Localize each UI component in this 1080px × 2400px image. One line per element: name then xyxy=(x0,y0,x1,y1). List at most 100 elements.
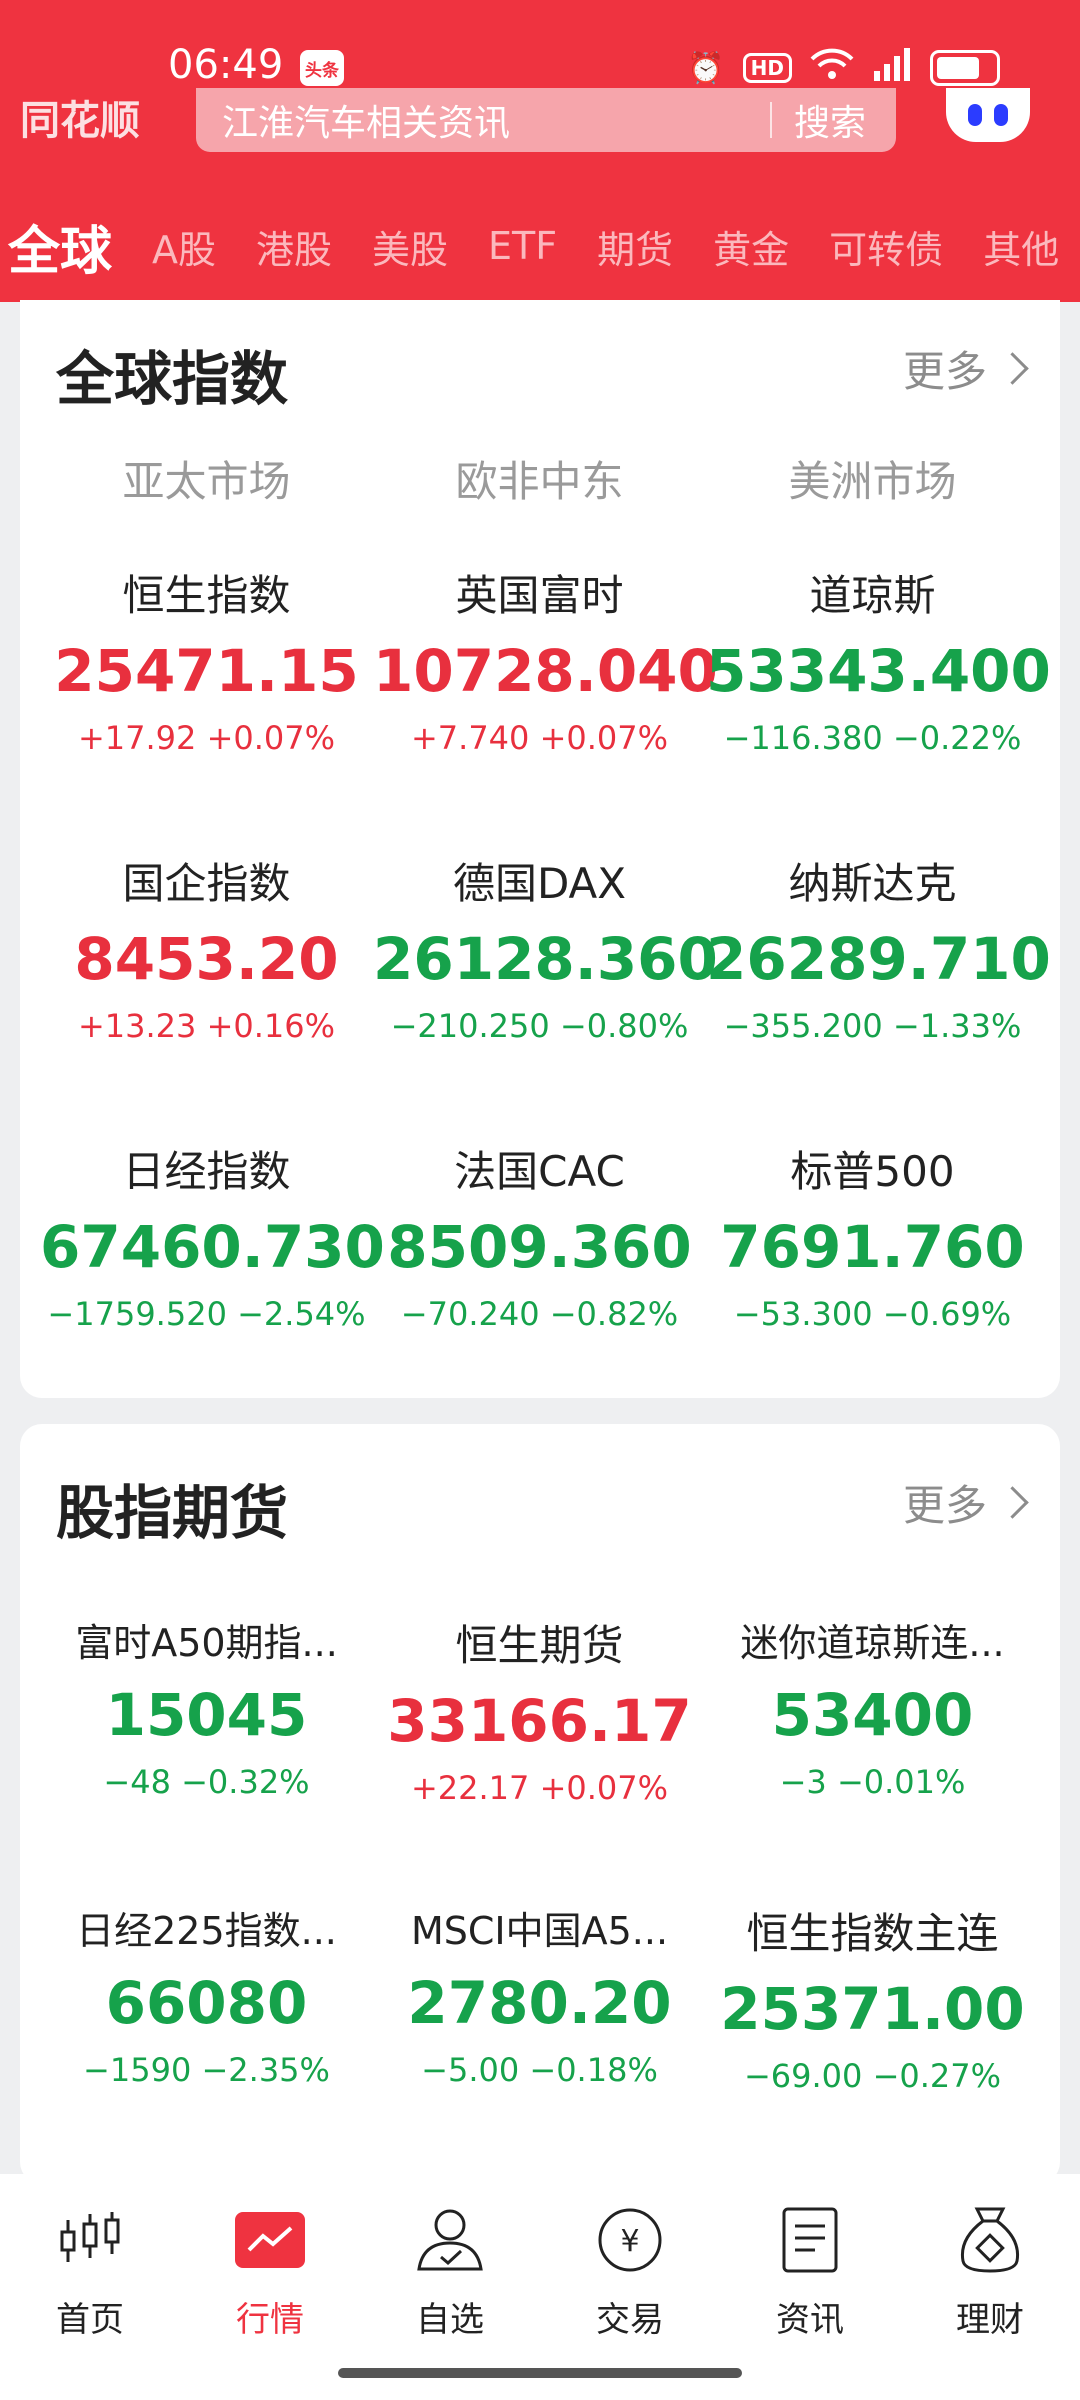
nav-label: 行情 xyxy=(236,2300,304,2340)
document-icon xyxy=(774,2204,846,2276)
futures-change: +22.17 +0.07% xyxy=(410,1769,669,1807)
more-link[interactable]: 更多 xyxy=(902,1472,1029,1533)
futures-cell[interactable]: MSCI中国A5... 2780.20 −5.00 −0.18% xyxy=(373,1900,706,2089)
index-price: 7691.760 xyxy=(720,1213,1025,1281)
index-cell[interactable]: 英国富时 10728.040 +7.740 +0.07% xyxy=(373,562,718,757)
market-tabs: 全球 A股 港股 美股 ETF 期货 黄金 可转债 其他 xyxy=(0,210,1080,282)
index-name: 道琼斯 xyxy=(809,571,936,620)
index-name: 日经指数 xyxy=(122,1147,291,1196)
index-name: 纳斯达克 xyxy=(788,859,957,908)
tab-a-shares[interactable]: A股 xyxy=(152,219,216,274)
nav-watchlist[interactable]: 自选 xyxy=(360,2204,540,2341)
tab-gold[interactable]: 黄金 xyxy=(713,219,789,274)
nav-market[interactable]: 行情 xyxy=(180,2204,360,2341)
more-link[interactable]: 更多 xyxy=(902,338,1029,399)
index-name: 法国CAC xyxy=(454,1147,625,1196)
futures-price: 53400 xyxy=(771,1681,974,1749)
index-cell[interactable]: 德国DAX 26128.360 −210.250 −0.80% xyxy=(373,850,718,1045)
chevron-right-icon xyxy=(996,1486,1029,1519)
tab-us-stocks[interactable]: 美股 xyxy=(372,219,448,274)
index-futures-card: 股指期货 更多 富时A50期指... 15045 −48 −0.32% 恒生期货… xyxy=(20,1424,1060,2184)
section-title: 股指期货 xyxy=(56,1479,289,1547)
futures-cell[interactable]: 富时A50期指... 15045 −48 −0.32% xyxy=(40,1612,373,1801)
index-change: −53.300 −0.69% xyxy=(733,1295,1012,1333)
index-cell[interactable]: 法国CAC 8509.360 −70.240 −0.82% xyxy=(373,1138,706,1333)
app-logo: 同花顺 xyxy=(20,98,140,144)
tab-hk-stocks[interactable]: 港股 xyxy=(256,219,332,274)
search-button[interactable]: 搜索 xyxy=(794,94,866,146)
index-cell[interactable]: 标普500 7691.760 −53.300 −0.69% xyxy=(706,1138,1039,1333)
status-time: 06:49 xyxy=(168,42,284,88)
index-change: +13.23 +0.16% xyxy=(77,1007,336,1045)
index-change: −116.380 −0.22% xyxy=(723,719,1022,757)
user-check-icon xyxy=(414,2204,486,2276)
futures-price: 66080 xyxy=(105,1969,308,2037)
tab-futures[interactable]: 期货 xyxy=(597,219,673,274)
status-icons: ⏰ HD xyxy=(687,46,1000,90)
section-title: 全球指数 xyxy=(56,345,289,413)
index-change: −70.240 −0.82% xyxy=(400,1295,679,1333)
index-cell[interactable]: 道琼斯 53343.400 −116.380 −0.22% xyxy=(706,562,1051,757)
futures-price: 25371.00 xyxy=(720,1975,1025,2043)
region-asia-pacific[interactable]: 亚太市场 xyxy=(40,448,373,509)
alarm-icon: ⏰ xyxy=(687,50,725,86)
index-cell[interactable]: 纳斯达克 26289.710 −355.200 −1.33% xyxy=(706,850,1051,1045)
region-emea[interactable]: 欧非中东 xyxy=(373,448,706,509)
nav-home[interactable]: 首页 xyxy=(0,2204,180,2341)
futures-name: 富时A50期指... xyxy=(75,1621,338,1665)
search-bar[interactable]: 江淮汽车相关资讯 搜索 xyxy=(196,88,896,152)
more-label: 更多 xyxy=(902,1481,987,1530)
region-americas[interactable]: 美洲市场 xyxy=(706,448,1039,509)
market-chart-icon xyxy=(234,2204,306,2276)
futures-name: 恒生指数主连 xyxy=(746,1909,999,1958)
wifi-icon xyxy=(810,47,854,89)
nav-label: 首页 xyxy=(56,2300,124,2340)
futures-price: 15045 xyxy=(105,1681,308,1749)
futures-change: −48 −0.32% xyxy=(103,1763,310,1801)
index-name: 标普500 xyxy=(790,1147,955,1196)
futures-name: 恒生期货 xyxy=(455,1621,624,1670)
nav-wealth[interactable]: 理财 xyxy=(900,2204,1080,2341)
nav-trade[interactable]: ¥ 交易 xyxy=(540,2204,720,2341)
futures-change: −5.00 −0.18% xyxy=(421,2051,658,2089)
assistant-robot-icon[interactable] xyxy=(946,88,1030,142)
futures-price: 33166.17 xyxy=(387,1687,692,1755)
chevron-right-icon xyxy=(996,352,1029,385)
tab-etf[interactable]: ETF xyxy=(488,224,557,268)
index-name: 英国富时 xyxy=(455,571,624,620)
index-cell[interactable]: 恒生指数 25471.15 +17.92 +0.07% xyxy=(40,562,373,757)
nav-label: 交易 xyxy=(596,2300,664,2340)
futures-cell[interactable]: 恒生指数主连 25371.00 −69.00 −0.27% xyxy=(706,1900,1039,2095)
candlestick-icon xyxy=(54,2204,126,2276)
index-change: −355.200 −1.33% xyxy=(723,1007,1022,1045)
tab-convertible-bonds[interactable]: 可转债 xyxy=(829,219,943,274)
index-price: 8453.20 xyxy=(74,925,339,993)
money-bag-icon xyxy=(954,2204,1026,2276)
search-input[interactable]: 江淮汽车相关资讯 xyxy=(222,94,770,146)
index-price: 53343.400 xyxy=(706,637,1051,705)
futures-cell[interactable]: 日经225指数... 66080 −1590 −2.35% xyxy=(40,1900,373,2089)
index-name: 恒生指数 xyxy=(122,571,291,620)
futures-name: MSCI中国A5... xyxy=(410,1909,669,1953)
yen-coin-icon: ¥ xyxy=(594,2204,666,2276)
index-cell[interactable]: 日经指数 67460.730 −1759.520 −2.54% xyxy=(40,1138,385,1333)
futures-price: 2780.20 xyxy=(407,1969,672,2037)
futures-cell[interactable]: 恒生期货 33166.17 +22.17 +0.07% xyxy=(373,1612,706,1807)
tab-global[interactable]: 全球 xyxy=(8,210,112,282)
nav-label: 资讯 xyxy=(776,2300,844,2340)
index-cell[interactable]: 国企指数 8453.20 +13.23 +0.16% xyxy=(40,850,373,1045)
signal-icon xyxy=(872,47,912,89)
futures-cell[interactable]: 迷你道琼斯连... 53400 −3 −0.01% xyxy=(706,1612,1039,1801)
home-indicator[interactable] xyxy=(338,2368,742,2378)
tab-other[interactable]: 其他 xyxy=(983,219,1059,274)
futures-name: 日经225指数... xyxy=(76,1909,337,1953)
index-price: 67460.730 xyxy=(40,1213,385,1281)
index-price: 26289.710 xyxy=(706,925,1051,993)
index-change: −210.250 −0.80% xyxy=(390,1007,689,1045)
futures-change: −3 −0.01% xyxy=(779,1763,966,1801)
nav-news[interactable]: 资讯 xyxy=(720,2204,900,2341)
more-label: 更多 xyxy=(902,347,987,396)
index-name: 国企指数 xyxy=(122,859,291,908)
index-change: +7.740 +0.07% xyxy=(410,719,669,757)
index-change: −1759.520 −2.54% xyxy=(47,1295,366,1333)
